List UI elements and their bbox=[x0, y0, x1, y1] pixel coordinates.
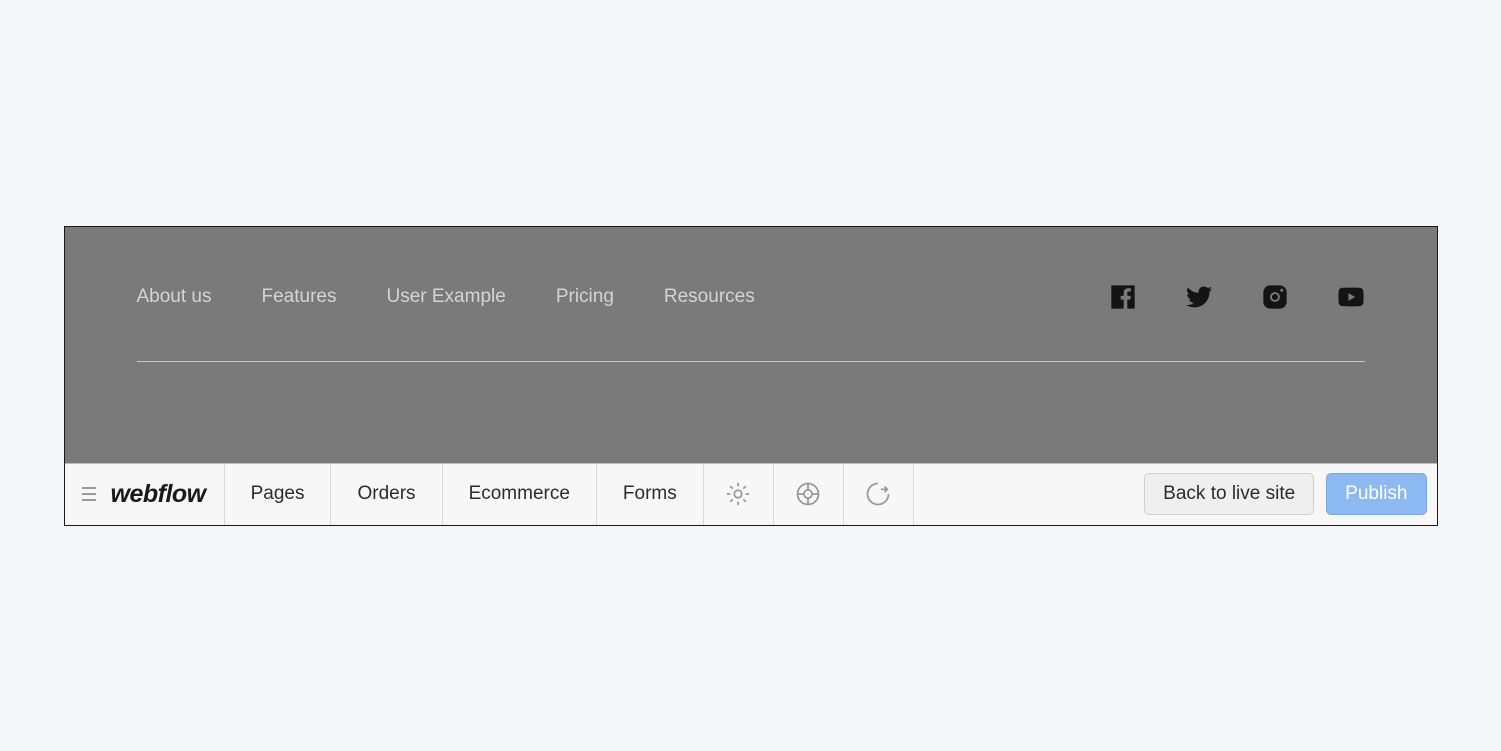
tab-help[interactable] bbox=[774, 464, 844, 525]
editor-toolbar: webflow Pages Orders Ecommerce Forms bbox=[65, 463, 1437, 525]
gear-icon bbox=[724, 480, 752, 508]
back-to-live-site-button[interactable]: Back to live site bbox=[1144, 473, 1314, 515]
tab-pages[interactable]: Pages bbox=[225, 464, 332, 525]
tab-orders[interactable]: Orders bbox=[331, 464, 442, 525]
footer-links-group: About us Features User Example Pricing R… bbox=[137, 286, 755, 308]
editor-frame: About us Features User Example Pricing R… bbox=[64, 226, 1438, 526]
tab-logout[interactable] bbox=[844, 464, 914, 525]
youtube-icon[interactable] bbox=[1337, 283, 1365, 311]
logo-cell: webflow bbox=[65, 464, 225, 525]
footer-link-features[interactable]: Features bbox=[262, 286, 337, 308]
hamburger-icon[interactable] bbox=[81, 487, 97, 501]
logout-icon bbox=[864, 480, 892, 508]
editor-toolbar-right: Back to live site Publish bbox=[1144, 464, 1436, 525]
social-icons-group bbox=[1109, 283, 1365, 311]
footer-link-about-us[interactable]: About us bbox=[137, 286, 212, 308]
facebook-icon[interactable] bbox=[1109, 283, 1137, 311]
editor-toolbar-left: webflow Pages Orders Ecommerce Forms bbox=[65, 464, 914, 525]
twitter-icon[interactable] bbox=[1185, 283, 1213, 311]
footer-link-resources[interactable]: Resources bbox=[664, 286, 755, 308]
tab-ecommerce[interactable]: Ecommerce bbox=[443, 464, 597, 525]
webflow-logo[interactable]: webflow bbox=[111, 480, 206, 509]
site-preview: About us Features User Example Pricing R… bbox=[65, 227, 1437, 463]
help-icon bbox=[794, 480, 822, 508]
footer-link-user-example[interactable]: User Example bbox=[386, 286, 505, 308]
instagram-icon[interactable] bbox=[1261, 283, 1289, 311]
tab-settings[interactable] bbox=[704, 464, 774, 525]
tab-forms[interactable]: Forms bbox=[597, 464, 704, 525]
site-footer-nav: About us Features User Example Pricing R… bbox=[137, 283, 1365, 362]
footer-link-pricing[interactable]: Pricing bbox=[556, 286, 614, 308]
publish-button[interactable]: Publish bbox=[1326, 473, 1426, 515]
